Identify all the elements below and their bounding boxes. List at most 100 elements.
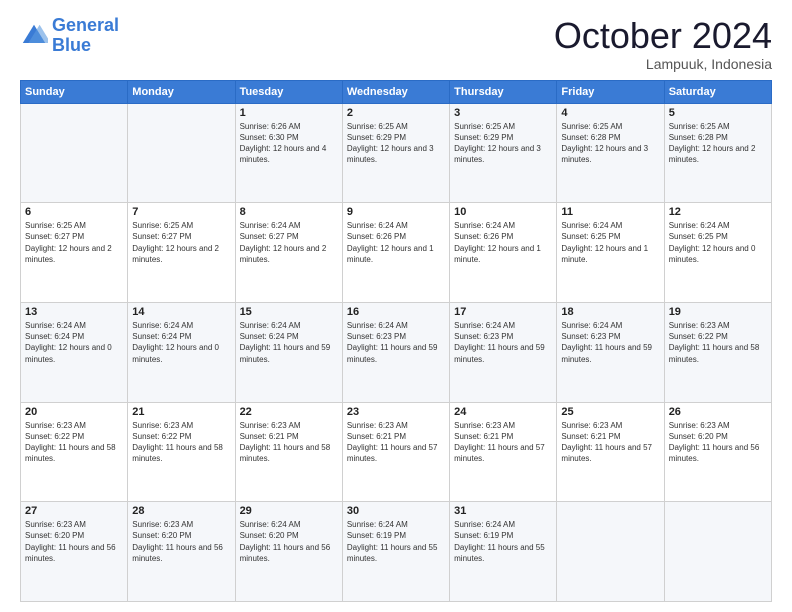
calendar-cell: 24 Sunrise: 6:23 AM Sunset: 6:21 PM Dayli… — [450, 402, 557, 502]
calendar-cell: 15 Sunrise: 6:24 AM Sunset: 6:24 PM Dayli… — [235, 302, 342, 402]
weekday-header-friday: Friday — [557, 80, 664, 103]
calendar-cell: 27 Sunrise: 6:23 AM Sunset: 6:20 PM Dayli… — [21, 502, 128, 602]
logo-general: General — [52, 15, 119, 35]
day-info: Sunrise: 6:23 AM Sunset: 6:20 PM Dayligh… — [132, 519, 230, 564]
calendar-cell: 6 Sunrise: 6:25 AM Sunset: 6:27 PM Daylig… — [21, 203, 128, 303]
calendar-cell: 28 Sunrise: 6:23 AM Sunset: 6:20 PM Dayli… — [128, 502, 235, 602]
logo-icon — [20, 22, 48, 50]
day-info: Sunrise: 6:24 AM Sunset: 6:25 PM Dayligh… — [561, 220, 659, 265]
calendar-cell: 21 Sunrise: 6:23 AM Sunset: 6:22 PM Dayli… — [128, 402, 235, 502]
day-number: 26 — [669, 406, 767, 418]
calendar-cell — [557, 502, 664, 602]
day-number: 23 — [347, 406, 445, 418]
day-number: 28 — [132, 505, 230, 517]
day-info: Sunrise: 6:25 AM Sunset: 6:27 PM Dayligh… — [132, 220, 230, 265]
calendar-cell: 26 Sunrise: 6:23 AM Sunset: 6:20 PM Dayli… — [664, 402, 771, 502]
calendar-cell: 7Sunrise: 6:25 AM Sunset: 6:27 PM Daylig… — [128, 203, 235, 303]
day-info: Sunrise: 6:23 AM Sunset: 6:21 PM Dayligh… — [454, 420, 552, 465]
logo: General Blue — [20, 16, 119, 56]
week-row-3: 20 Sunrise: 6:23 AM Sunset: 6:22 PM Dayli… — [21, 402, 772, 502]
day-info: Sunrise: 6:23 AM Sunset: 6:22 PM Dayligh… — [669, 320, 767, 365]
day-info: Sunrise: 6:25 AM Sunset: 6:27 PM Dayligh… — [25, 220, 123, 265]
day-info: Sunrise: 6:23 AM Sunset: 6:21 PM Dayligh… — [347, 420, 445, 465]
day-number: 22 — [240, 406, 338, 418]
day-info: Sunrise: 6:24 AM Sunset: 6:23 PM Dayligh… — [561, 320, 659, 365]
weekday-header-monday: Monday — [128, 80, 235, 103]
calendar-cell: 18Sunrise: 6:24 AM Sunset: 6:23 PM Dayli… — [557, 302, 664, 402]
calendar-cell: 10 Sunrise: 6:24 AM Sunset: 6:26 PM Dayli… — [450, 203, 557, 303]
day-number: 13 — [25, 306, 123, 318]
day-number: 3 — [454, 107, 552, 119]
calendar-cell: 16Sunrise: 6:24 AM Sunset: 6:23 PM Dayli… — [342, 302, 449, 402]
calendar-cell — [128, 103, 235, 203]
day-number: 17 — [454, 306, 552, 318]
day-number: 12 — [669, 206, 767, 218]
logo-text: General Blue — [52, 16, 119, 56]
day-info: Sunrise: 6:23 AM Sunset: 6:20 PM Dayligh… — [669, 420, 767, 465]
weekday-header-sunday: Sunday — [21, 80, 128, 103]
day-number: 27 — [25, 505, 123, 517]
day-number: 6 — [25, 206, 123, 218]
day-number: 30 — [347, 505, 445, 517]
day-info: Sunrise: 6:24 AM Sunset: 6:20 PM Dayligh… — [240, 519, 338, 564]
day-number: 11 — [561, 206, 659, 218]
day-info: Sunrise: 6:24 AM Sunset: 6:19 PM Dayligh… — [347, 519, 445, 564]
day-info: Sunrise: 6:24 AM Sunset: 6:24 PM Dayligh… — [132, 320, 230, 365]
day-number: 10 — [454, 206, 552, 218]
calendar-cell: 22Sunrise: 6:23 AM Sunset: 6:21 PM Dayli… — [235, 402, 342, 502]
day-info: Sunrise: 6:24 AM Sunset: 6:23 PM Dayligh… — [347, 320, 445, 365]
day-number: 4 — [561, 107, 659, 119]
day-info: Sunrise: 6:26 AM Sunset: 6:30 PM Dayligh… — [240, 121, 338, 166]
day-number: 20 — [25, 406, 123, 418]
calendar-cell: 20 Sunrise: 6:23 AM Sunset: 6:22 PM Dayli… — [21, 402, 128, 502]
weekday-header-row: SundayMondayTuesdayWednesdayThursdayFrid… — [21, 80, 772, 103]
calendar-cell: 11 Sunrise: 6:24 AM Sunset: 6:25 PM Dayli… — [557, 203, 664, 303]
title-block: October 2024 Lampuuk, Indonesia — [554, 16, 772, 72]
day-number: 14 — [132, 306, 230, 318]
day-number: 21 — [132, 406, 230, 418]
day-info: Sunrise: 6:24 AM Sunset: 6:24 PM Dayligh… — [240, 320, 338, 365]
calendar-cell: 5Sunrise: 6:25 AM Sunset: 6:28 PM Daylig… — [664, 103, 771, 203]
day-number: 29 — [240, 505, 338, 517]
month-title: October 2024 — [554, 16, 772, 56]
day-info: Sunrise: 6:25 AM Sunset: 6:28 PM Dayligh… — [669, 121, 767, 166]
day-info: Sunrise: 6:23 AM Sunset: 6:20 PM Dayligh… — [25, 519, 123, 564]
location: Lampuuk, Indonesia — [554, 56, 772, 72]
day-info: Sunrise: 6:24 AM Sunset: 6:26 PM Dayligh… — [454, 220, 552, 265]
calendar-cell: 23 Sunrise: 6:23 AM Sunset: 6:21 PM Dayli… — [342, 402, 449, 502]
weekday-header-wednesday: Wednesday — [342, 80, 449, 103]
day-number: 15 — [240, 306, 338, 318]
calendar-cell: 29 Sunrise: 6:24 AM Sunset: 6:20 PM Dayli… — [235, 502, 342, 602]
day-number: 1 — [240, 107, 338, 119]
day-info: Sunrise: 6:23 AM Sunset: 6:22 PM Dayligh… — [132, 420, 230, 465]
weekday-header-saturday: Saturday — [664, 80, 771, 103]
day-info: Sunrise: 6:23 AM Sunset: 6:21 PM Dayligh… — [561, 420, 659, 465]
calendar-table: SundayMondayTuesdayWednesdayThursdayFrid… — [20, 80, 772, 602]
day-info: Sunrise: 6:23 AM Sunset: 6:22 PM Dayligh… — [25, 420, 123, 465]
week-row-2: 13 Sunrise: 6:24 AM Sunset: 6:24 PM Dayli… — [21, 302, 772, 402]
calendar-cell — [664, 502, 771, 602]
calendar-cell — [21, 103, 128, 203]
day-number: 8 — [240, 206, 338, 218]
calendar-cell: 4 Sunrise: 6:25 AM Sunset: 6:28 PM Daylig… — [557, 103, 664, 203]
page: General Blue October 2024 Lampuuk, Indon… — [0, 0, 792, 612]
calendar-cell: 19Sunrise: 6:23 AM Sunset: 6:22 PM Dayli… — [664, 302, 771, 402]
calendar-cell: 8Sunrise: 6:24 AM Sunset: 6:27 PM Daylig… — [235, 203, 342, 303]
calendar-cell: 30 Sunrise: 6:24 AM Sunset: 6:19 PM Dayli… — [342, 502, 449, 602]
day-number: 9 — [347, 206, 445, 218]
calendar-cell: 25 Sunrise: 6:23 AM Sunset: 6:21 PM Dayli… — [557, 402, 664, 502]
day-number: 25 — [561, 406, 659, 418]
week-row-4: 27 Sunrise: 6:23 AM Sunset: 6:20 PM Dayli… — [21, 502, 772, 602]
calendar-cell: 14 Sunrise: 6:24 AM Sunset: 6:24 PM Dayli… — [128, 302, 235, 402]
calendar-cell: 9 Sunrise: 6:24 AM Sunset: 6:26 PM Daylig… — [342, 203, 449, 303]
day-number: 24 — [454, 406, 552, 418]
day-info: Sunrise: 6:24 AM Sunset: 6:25 PM Dayligh… — [669, 220, 767, 265]
day-info: Sunrise: 6:24 AM Sunset: 6:19 PM Dayligh… — [454, 519, 552, 564]
day-info: Sunrise: 6:24 AM Sunset: 6:26 PM Dayligh… — [347, 220, 445, 265]
weekday-header-tuesday: Tuesday — [235, 80, 342, 103]
day-info: Sunrise: 6:25 AM Sunset: 6:29 PM Dayligh… — [454, 121, 552, 166]
day-info: Sunrise: 6:24 AM Sunset: 6:23 PM Dayligh… — [454, 320, 552, 365]
day-number: 2 — [347, 107, 445, 119]
week-row-0: 1 Sunrise: 6:26 AM Sunset: 6:30 PM Daylig… — [21, 103, 772, 203]
day-info: Sunrise: 6:25 AM Sunset: 6:28 PM Dayligh… — [561, 121, 659, 166]
